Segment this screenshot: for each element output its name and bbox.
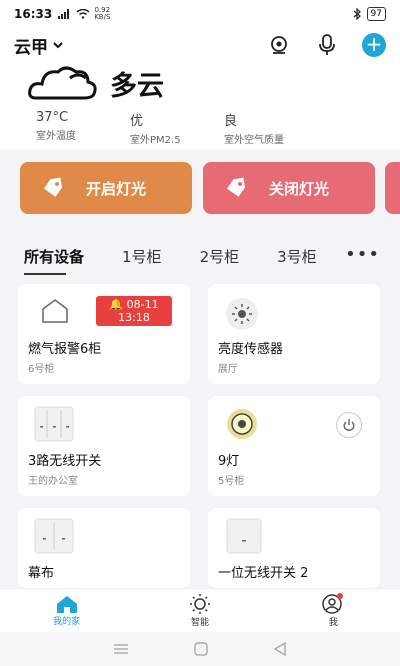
weather-stat: 37°C 室外温度: [36, 110, 130, 146]
alarm-date: 🔔 08-11: [109, 298, 159, 311]
nav-label: 智能: [190, 618, 209, 628]
tab-cabinet-2[interactable]: 2号柜: [200, 246, 240, 267]
status-bar: 16:33 0.92 KB/S 97: [0, 0, 400, 28]
scene-lights-off-button[interactable]: 关闭灯光: [203, 162, 375, 214]
weather-stat: 良 室外空气质量: [224, 110, 318, 146]
scene-row: 开启灯光 关闭灯光: [0, 150, 400, 236]
back-icon[interactable]: [273, 642, 287, 656]
scene-label: 开启灯光: [86, 179, 147, 198]
system-nav-bar: [0, 632, 400, 666]
user-icon: [322, 593, 344, 614]
home-icon: [56, 596, 77, 613]
scene-lights-on-button[interactable]: 开启灯光: [20, 162, 192, 214]
device-name: 3路无线开关: [28, 454, 102, 469]
weather-stat-label: 室外PM2.5: [130, 135, 181, 146]
add-icon: +: [365, 32, 383, 56]
sun-sensor-icon: [226, 298, 258, 330]
device-name: 幕布: [28, 566, 55, 581]
device-tabs: 所有设备 1号柜 2号柜 3号柜 •••: [0, 236, 400, 276]
net-speed: 0.92 KB/S: [94, 6, 111, 21]
device-name: 亮度传感器: [218, 342, 284, 357]
double-switch-icon: [34, 518, 74, 554]
device-card[interactable]: 亮度传感器 展厅: [208, 284, 380, 384]
single-switch-icon: [226, 518, 262, 554]
more-tabs-icon[interactable]: •••: [345, 244, 380, 265]
chevron-down-icon: [53, 42, 63, 49]
wifi-icon: [76, 9, 90, 19]
weather-stat-value: 良: [224, 114, 238, 129]
weather-panel: 多云 37°C 室外温度 优 室外PM2.5 良 室外空气质量: [0, 62, 400, 150]
signal-icon: [58, 9, 70, 19]
status-icons: 0.92 KB/S: [58, 7, 110, 21]
weather-stat: 优 室外PM2.5: [130, 110, 224, 146]
device-name: 燃气报警6柜: [28, 342, 102, 357]
camera-icon: [271, 36, 287, 54]
tab-cabinet-1[interactable]: 1号柜: [122, 246, 162, 267]
camera-button[interactable]: [266, 32, 292, 58]
scene-label: 关闭灯光: [269, 179, 330, 198]
power-icon: [343, 419, 355, 431]
nav-label: 我: [328, 618, 338, 628]
tag-icon: [43, 177, 63, 197]
home-name: 云甲: [14, 37, 48, 58]
weather-stat-value: 优: [130, 114, 144, 129]
device-room: 6号柜: [28, 364, 55, 375]
sun-icon: [189, 594, 210, 614]
nav-me[interactable]: 我: [267, 589, 400, 632]
status-time: 16:33: [14, 7, 53, 21]
nav-my-home[interactable]: 我的家: [0, 589, 133, 632]
bluetooth-icon: [353, 8, 361, 20]
device-card[interactable]: 幕布: [18, 508, 190, 588]
status-right: 97: [353, 7, 386, 21]
device-card[interactable]: 3路无线开关 王的办公室: [18, 396, 190, 496]
weather-stat-label: 室外空气质量: [224, 135, 284, 146]
home-selector[interactable]: 云甲: [14, 33, 64, 58]
device-room: 5号柜: [218, 476, 245, 487]
alarm-badge: 🔔 08-11 13:18: [96, 296, 172, 326]
alarm-time: 13:18: [118, 311, 150, 324]
weather-stat-label: 室外温度: [36, 131, 76, 142]
microphone-icon: [319, 34, 335, 55]
nav-label: 我的家: [53, 617, 81, 627]
menu-icon[interactable]: [113, 643, 129, 655]
app-header: 云甲 +: [0, 28, 400, 62]
header-actions: +: [266, 32, 386, 58]
weather-stat-value: 37°C: [36, 110, 69, 125]
device-room: 王的办公室: [28, 476, 78, 487]
device-card[interactable]: 🔔 08-11 13:18 燃气报警6柜 6号柜: [18, 284, 190, 384]
battery-level: 97: [366, 7, 386, 21]
home-square-icon[interactable]: [194, 642, 208, 656]
bottom-nav: 我的家 智能 我: [0, 588, 400, 632]
voice-button[interactable]: [314, 32, 340, 58]
power-button[interactable]: [336, 412, 362, 438]
tab-all-devices[interactable]: 所有设备: [24, 246, 84, 275]
house-icon: [42, 299, 68, 323]
tab-cabinet-3[interactable]: 3号柜: [277, 246, 317, 267]
weather-condition: 多云: [110, 71, 164, 102]
nav-smart[interactable]: 智能: [133, 589, 266, 632]
cloud-icon: [28, 66, 97, 100]
device-name: 一位无线开关 2: [218, 566, 309, 581]
scene-card-partial[interactable]: [385, 162, 400, 214]
triple-switch-icon: [34, 406, 74, 442]
device-name: 9灯: [218, 454, 240, 469]
tag-icon: [226, 177, 246, 197]
device-card[interactable]: 9灯 5号柜: [208, 396, 380, 496]
weather-stats: 37°C 室外温度 优 室外PM2.5 良 室外空气质量: [36, 110, 318, 146]
device-card[interactable]: 一位无线开关 2: [208, 508, 380, 588]
bulb-icon: [227, 409, 257, 439]
device-room: 展厅: [218, 364, 238, 375]
add-button[interactable]: +: [362, 33, 386, 57]
